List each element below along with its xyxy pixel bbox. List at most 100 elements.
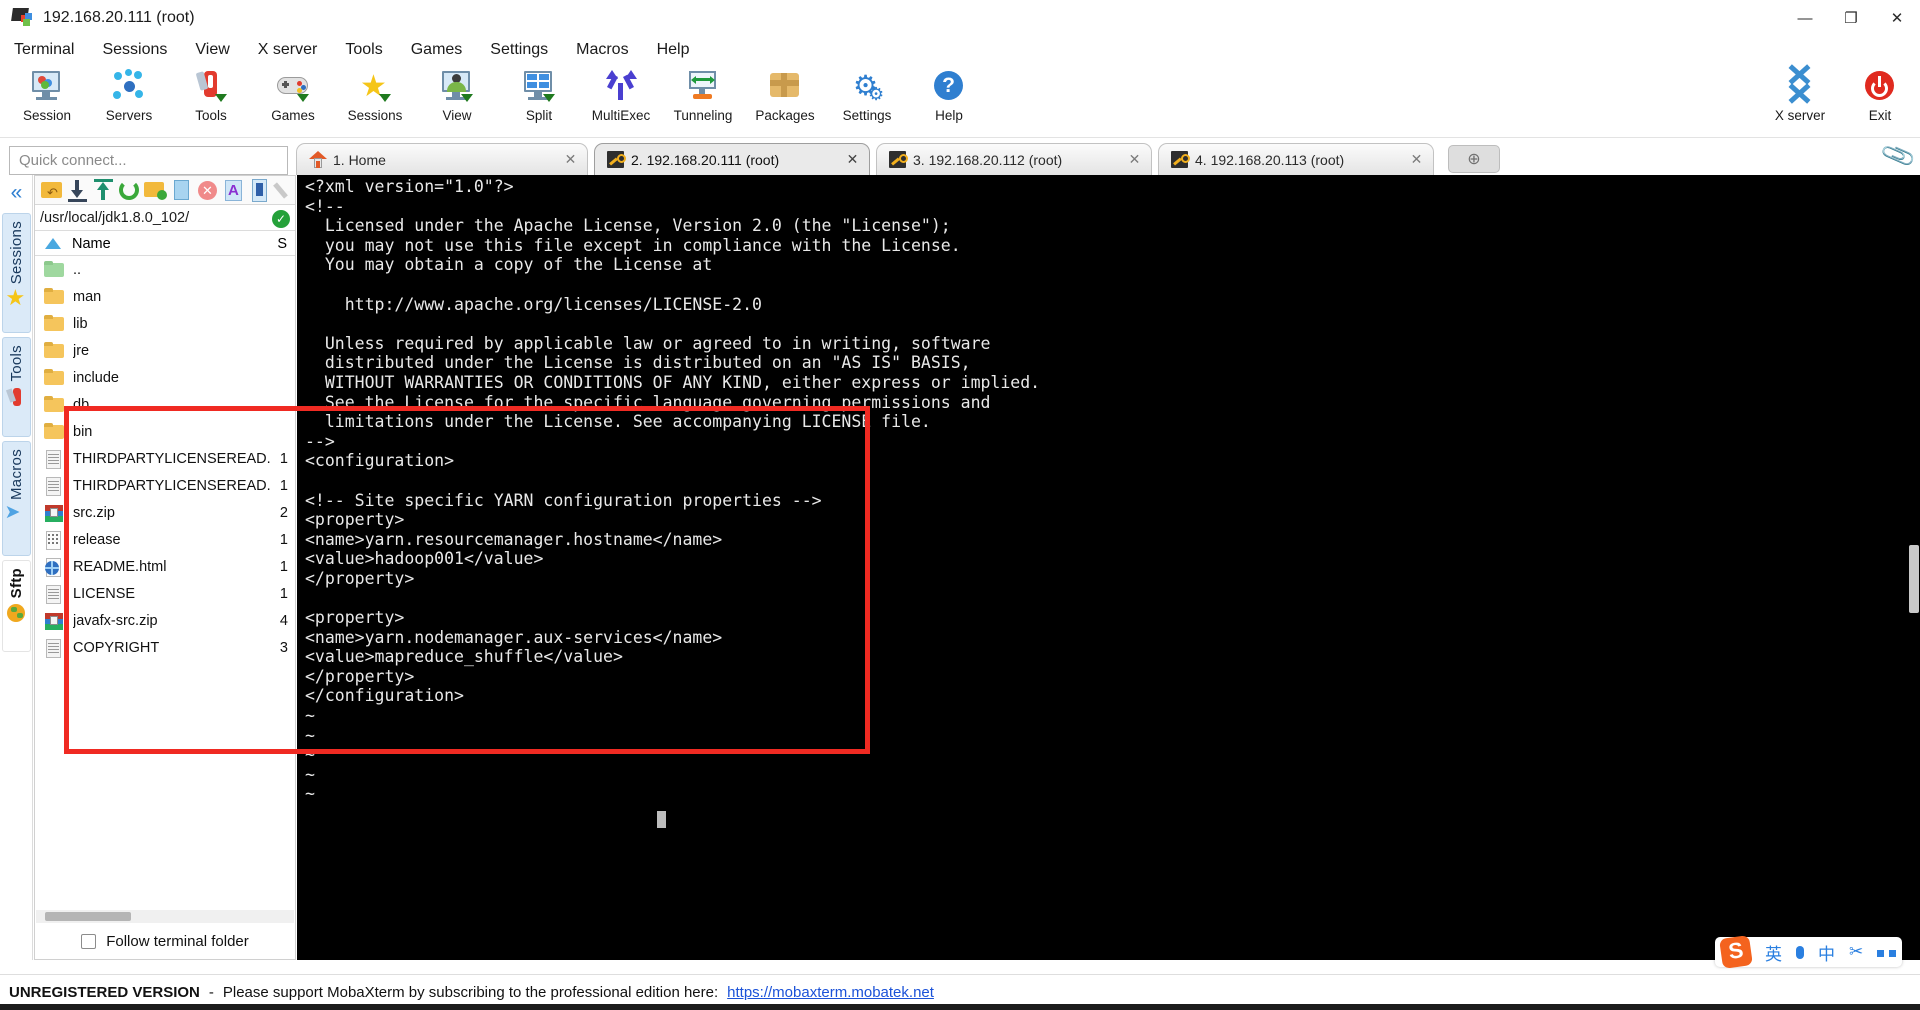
minimize-button[interactable]: —	[1782, 0, 1828, 36]
list-item[interactable]: THIRDPARTYLICENSEREAD... 1	[35, 472, 295, 499]
text-edit-icon[interactable]: A	[220, 177, 243, 204]
sogou-ime-toolbar[interactable]: S 英 中 ✂	[1715, 935, 1902, 969]
toolbar-view-button[interactable]: View	[416, 63, 498, 137]
tab-192-168-20-112[interactable]: 3. 192.168.20.112 (root) ✕	[876, 143, 1152, 175]
globe-icon	[6, 604, 27, 624]
list-item[interactable]: jre	[35, 337, 295, 364]
toolbar-split-button[interactable]: Split	[498, 63, 580, 137]
window-controls: — ❐ ✕	[1782, 0, 1920, 36]
toolbar-servers-button[interactable]: Servers	[88, 63, 170, 137]
translate-icon[interactable]: 中	[1818, 940, 1835, 965]
toolbar-settings-label: Settings	[842, 108, 892, 123]
sftp-path-bar[interactable]: /usr/local/jdk1.8.0_102/ ✓	[35, 206, 295, 231]
folder-icon	[44, 287, 64, 307]
menu-macros[interactable]: Macros	[562, 41, 642, 59]
sftp-column-size[interactable]: S	[273, 236, 295, 252]
terminal-icon[interactable]	[246, 177, 269, 204]
menu-view[interactable]: View	[181, 41, 243, 59]
list-item[interactable]: lib	[35, 310, 295, 337]
new-folder-icon[interactable]	[142, 177, 167, 204]
list-item[interactable]: src.zip 2	[35, 499, 295, 526]
menu-terminal[interactable]: Terminal	[0, 41, 88, 59]
terminal-scrollbar-thumb[interactable]	[1909, 545, 1919, 613]
list-item[interactable]: COPYRIGHT 3	[35, 634, 295, 661]
menu-sessions[interactable]: Sessions	[88, 41, 181, 59]
sidebar-tab-sessions[interactable]: Sessions ★	[2, 213, 31, 333]
list-item[interactable]: db	[35, 391, 295, 418]
list-item-name: THIRDPARTYLICENSEREAD...	[73, 477, 271, 494]
menu-settings[interactable]: Settings	[476, 41, 562, 59]
tab-192-168-20-111-close-icon[interactable]: ✕	[845, 152, 860, 167]
toolbar-x-server-button[interactable]: X server	[1760, 63, 1840, 137]
sort-ascending-icon[interactable]	[42, 235, 64, 253]
edit-pencil-icon[interactable]	[272, 177, 295, 204]
tab-192-168-20-113-close-icon[interactable]: ✕	[1409, 152, 1424, 167]
sidebar-tab-sftp[interactable]: Sftp	[2, 560, 31, 652]
tab-home-close-icon[interactable]: ✕	[563, 152, 578, 167]
maximize-button[interactable]: ❐	[1828, 0, 1874, 36]
follow-terminal-folder-row[interactable]: Follow terminal folder	[35, 923, 295, 959]
close-button[interactable]: ✕	[1874, 0, 1920, 36]
quick-connect-input[interactable]: Quick connect...	[9, 146, 288, 175]
toolbar-packages-button[interactable]: Packages	[744, 63, 826, 137]
toolbar-tools-button[interactable]: Tools	[170, 63, 252, 137]
toolbar-games-button[interactable]: Games	[252, 63, 334, 137]
terminal-scrollbar[interactable]	[1908, 175, 1920, 960]
toolbar-session-button[interactable]: Session	[6, 63, 88, 137]
sftp-horizontal-scrollbar[interactable]	[36, 910, 294, 923]
microphone-icon[interactable]	[1796, 942, 1805, 962]
list-item[interactable]: include	[35, 364, 295, 391]
tab-192-168-20-113[interactable]: 4. 192.168.20.113 (root) ✕	[1158, 143, 1434, 175]
terminal-pane[interactable]: <?xml version="1.0"?> <!-- Licensed unde…	[297, 175, 1920, 960]
new-tab-button[interactable]: ⊕	[1448, 145, 1500, 173]
sftp-column-name[interactable]: Name	[72, 236, 273, 252]
sftp-file-list[interactable]: .. man lib jre include db bin THIRDPARTY…	[35, 256, 295, 772]
list-item-name: javafx-src.zip	[73, 612, 158, 629]
delete-icon[interactable]: ✕	[194, 177, 217, 204]
toolbar-settings-button[interactable]: ⚙ ⚙ Settings	[826, 63, 908, 137]
menu-x-server[interactable]: X server	[244, 41, 332, 59]
status-purchase-link[interactable]: https://mobaxterm.mobatek.net	[727, 984, 934, 1001]
sidebar-tab-macros[interactable]: Macros ➤	[2, 441, 31, 556]
sogou-logo-icon[interactable]: S	[1719, 935, 1753, 969]
sidebar-tab-tools[interactable]: Tools	[2, 337, 31, 437]
list-item[interactable]: bin	[35, 418, 295, 445]
apps-grid-icon[interactable]	[1877, 942, 1896, 962]
tab-192-168-20-111[interactable]: 2. 192.168.20.111 (root) ✕	[594, 143, 870, 175]
list-item[interactable]: release 1	[35, 526, 295, 553]
toolbar-split-label: Split	[525, 108, 553, 123]
go-up-folder-icon[interactable]: ↶	[38, 177, 62, 204]
sftp-scrollbar-thumb[interactable]	[45, 912, 131, 921]
status-separator: -	[208, 984, 214, 1001]
chinese-english-toggle-icon[interactable]: 英	[1765, 940, 1782, 965]
list-item[interactable]: README.html 1	[35, 553, 295, 580]
new-file-icon[interactable]	[168, 177, 191, 204]
list-item-name: LICENSE	[73, 585, 136, 602]
toolbar-sessions-label: Sessions	[347, 108, 403, 123]
list-item[interactable]: ..	[35, 256, 295, 283]
follow-terminal-folder-checkbox[interactable]	[81, 933, 97, 949]
tab-192-168-20-112-label: 3. 192.168.20.112 (root)	[913, 151, 1063, 168]
toolbar-tunneling-button[interactable]: Tunneling	[662, 63, 744, 137]
toolbar-sessions-button[interactable]: ★ Sessions	[334, 63, 416, 137]
menu-help[interactable]: Help	[643, 41, 704, 59]
chevron-double-left-icon[interactable]: «	[0, 175, 33, 211]
tab-192-168-20-112-close-icon[interactable]: ✕	[1127, 152, 1142, 167]
tab-home[interactable]: 1. Home ✕	[296, 143, 588, 175]
list-item[interactable]: THIRDPARTYLICENSEREAD... 1	[35, 445, 295, 472]
scissors-icon[interactable]: ✂	[1849, 942, 1863, 962]
refresh-icon[interactable]	[116, 177, 139, 204]
toolbar-help-button[interactable]: ? Help	[908, 63, 990, 137]
toolbar-multiexec-button[interactable]: MultiExec	[580, 63, 662, 137]
list-item[interactable]: LICENSE 1	[35, 580, 295, 607]
upload-icon[interactable]	[90, 177, 113, 204]
list-item[interactable]: javafx-src.zip 4	[35, 607, 295, 634]
download-icon[interactable]	[64, 177, 87, 204]
multiexec-fork-icon	[604, 69, 638, 103]
menu-tools[interactable]: Tools	[331, 41, 396, 59]
toolbar-exit-button[interactable]: Exit	[1840, 63, 1920, 137]
folder-icon	[44, 314, 64, 334]
list-item[interactable]: man	[35, 283, 295, 310]
terminal-cursor	[657, 811, 666, 828]
menu-games[interactable]: Games	[397, 41, 477, 59]
